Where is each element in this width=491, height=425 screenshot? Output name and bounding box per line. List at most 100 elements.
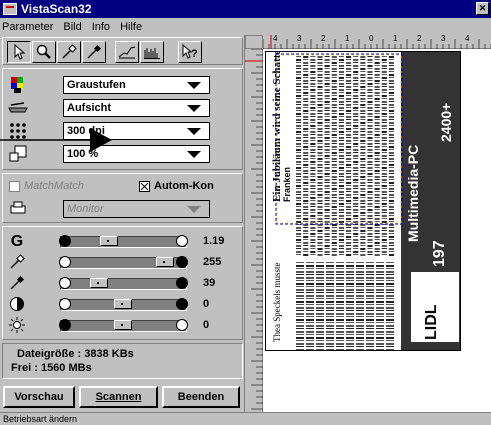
preview-franken: Franken [282, 167, 292, 202]
mode-row [7, 75, 65, 95]
slider-value: 0 [203, 319, 210, 331]
vertical-ruler [245, 48, 263, 412]
slider-value: 255 [203, 256, 222, 268]
autocontrast-checkbox[interactable] [139, 180, 150, 192]
slider-min-knob [59, 235, 71, 247]
flatbed-icon [7, 99, 29, 117]
svg-text:197: 197 [431, 240, 448, 267]
matchmatch-checkbox[interactable] [9, 180, 20, 192]
curve-icon [118, 46, 136, 59]
slider-row [7, 274, 27, 294]
horizontal-ruler: 4 3 2 1 0 1 2 3 4 [262, 34, 491, 49]
slider-row: G [7, 232, 27, 252]
svg-text:?: ? [191, 48, 198, 60]
slider-thumb[interactable] [156, 257, 175, 267]
magnifier-icon [36, 44, 51, 59]
menu-bild[interactable]: Bild [63, 21, 81, 33]
ruler-number: 3 [297, 34, 302, 43]
black-dropper-icon [7, 275, 27, 294]
ruler-number: 4 [465, 34, 470, 43]
slider-min-knob [59, 319, 71, 331]
histogram-tool-button[interactable] [140, 41, 164, 63]
brightness-icon [7, 316, 27, 336]
zoom-tool-button[interactable] [32, 41, 56, 63]
output-device-value: Monitor [67, 203, 104, 215]
white-point-picker-button[interactable] [57, 41, 81, 63]
slider-row [7, 253, 27, 273]
menu-hilfe[interactable]: Hilfe [120, 21, 142, 33]
slider-max-knob [176, 277, 188, 289]
slider-value: 39 [203, 277, 216, 289]
ruler-number: 3 [441, 34, 446, 43]
scan-button[interactable]: Scannen [79, 386, 158, 408]
slider-track[interactable] [59, 319, 188, 332]
preview-area[interactable]: 4 3 2 1 0 1 2 3 4 Thea Speckels musste Ein Jubilä… [244, 34, 491, 412]
slider-min-knob [59, 277, 71, 289]
slider-thumb[interactable] [100, 236, 119, 246]
chevron-down-icon [187, 82, 201, 89]
slider-row [7, 316, 27, 336]
printer-icon [9, 200, 27, 219]
ruler-number: 1 [345, 34, 350, 43]
control-panel: ? Graustufen Aufsicht 300 dpi 100 % Matc… [0, 35, 243, 413]
exit-button[interactable]: Beenden [162, 386, 240, 408]
app-icon [3, 3, 17, 15]
slider-thumb[interactable] [90, 278, 108, 288]
eyedropper-icon [87, 44, 102, 59]
menu-bar: Parameter Bild Info Hilfe [0, 18, 491, 35]
svg-text:2400+: 2400+ [438, 103, 454, 142]
slider-max-knob [176, 319, 188, 331]
color-mode-icon [7, 76, 29, 94]
file-size-text: Dateigröße : 3838 KBs [17, 348, 134, 360]
ruler-corner [245, 35, 263, 49]
eyedropper-icon [62, 44, 77, 59]
slider-max-knob [176, 298, 188, 310]
output-device-select[interactable]: Monitor [63, 200, 210, 218]
close-button[interactable]: ✕ [476, 2, 489, 15]
scan-button-label: Scannen [95, 391, 142, 403]
annotation-arrow [0, 128, 112, 152]
slider-max-knob [176, 256, 188, 268]
chevron-down-icon [187, 128, 201, 135]
matchmatch-option[interactable]: MatchMatch [9, 180, 84, 192]
ruler-number: 1 [393, 34, 398, 43]
help-button[interactable]: ? [178, 41, 202, 63]
slider-thumb[interactable] [113, 299, 132, 309]
pointer-tool-button[interactable] [7, 41, 31, 63]
window-title: VistaScan32 [21, 2, 92, 16]
options-group: MatchMatch Autom-Kon Monitor [2, 173, 243, 223]
adjustment-sliders: G 1.19 255 39 0 0 [2, 226, 243, 340]
curve-tool-button[interactable] [115, 41, 139, 63]
slider-track[interactable] [59, 298, 188, 311]
slider-track[interactable] [59, 256, 188, 269]
mode-select[interactable]: Graustufen [63, 76, 210, 94]
menu-info[interactable]: Info [92, 21, 110, 33]
slider-value: 1.19 [203, 235, 225, 247]
slider-thumb[interactable] [113, 320, 132, 330]
ruler-number: 2 [321, 34, 326, 43]
slider-max-knob [176, 235, 188, 247]
autocontrast-option[interactable]: Autom-Kon [139, 180, 214, 192]
slider-value: 0 [203, 298, 210, 310]
chevron-down-icon [187, 206, 201, 213]
source-value: Aufsicht [67, 102, 111, 114]
status-bar: Betriebsart ändern [0, 412, 491, 425]
slider-track[interactable] [59, 235, 188, 248]
ruler-number: 4 [273, 34, 278, 43]
gamma-icon: G [10, 233, 24, 250]
source-row [7, 98, 65, 118]
mode-value: Graustufen [67, 79, 126, 91]
menu-parameter[interactable]: Parameter [2, 21, 53, 33]
ruler-number: 0 [369, 34, 374, 43]
tool-bar: ? [2, 37, 243, 65]
white-dropper-icon [7, 253, 27, 273]
preview-button[interactable]: Vorschau [3, 386, 75, 408]
source-select[interactable]: Aufsicht [63, 99, 210, 117]
svg-text:LIDL: LIDL [423, 304, 440, 340]
histogram-icon [144, 48, 160, 59]
black-point-picker-button[interactable] [82, 41, 106, 63]
autocontrast-label: Autom-Kon [154, 180, 214, 192]
slider-track[interactable] [59, 277, 188, 290]
chevron-down-icon [187, 151, 201, 158]
slider-row [7, 295, 27, 315]
